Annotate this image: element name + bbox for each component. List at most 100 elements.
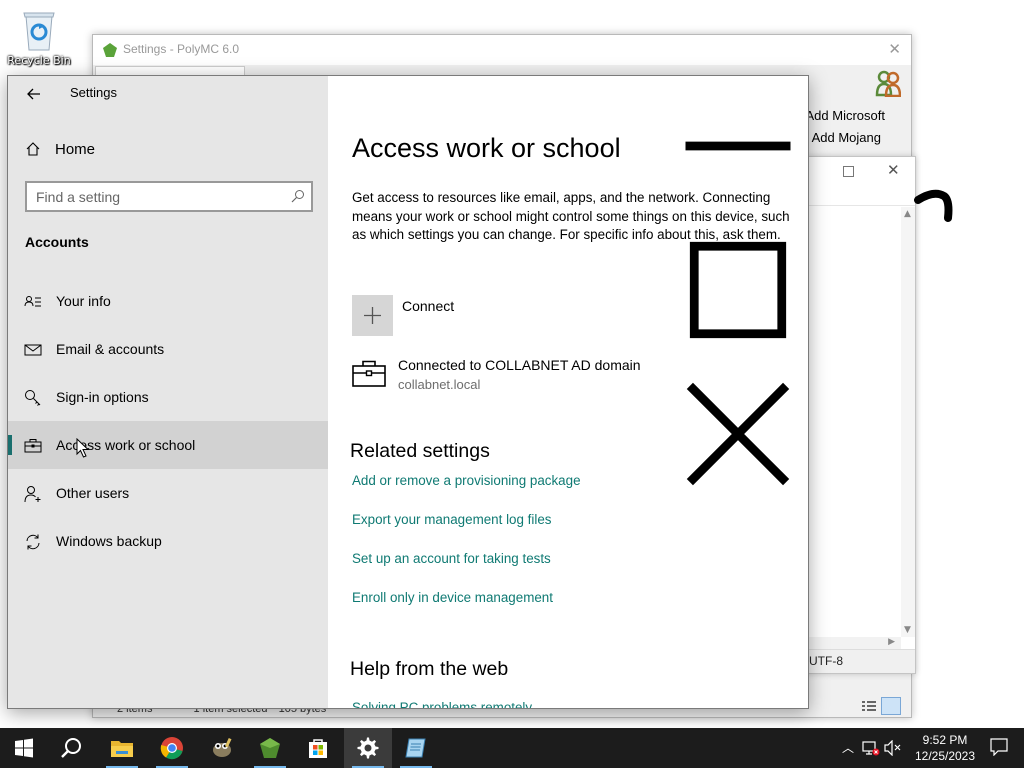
file-explorer-icon (111, 741, 133, 757)
plus-icon (352, 295, 393, 336)
volume-muted-icon[interactable] (884, 740, 902, 756)
taskbar-polymc[interactable] (246, 728, 294, 768)
page-title: Access work or school (352, 133, 621, 163)
home-icon (26, 142, 40, 156)
notification-center-icon[interactable] (990, 738, 1008, 756)
nav-label: Email & accounts (56, 341, 165, 357)
taskbar-notepad[interactable] (392, 728, 440, 768)
chrome-icon (160, 737, 183, 760)
encoding-label: UTF-8 (809, 654, 843, 668)
help-from-web-title: Help from the web (350, 658, 509, 680)
divider (807, 205, 915, 206)
notepad-statusbar: UTF-8 (807, 649, 915, 673)
related-settings-title: Related settings (350, 440, 490, 462)
polymc-title: Settings - PolyMC 6.0 (123, 42, 240, 56)
polymc-icon (103, 43, 117, 57)
home-nav-item[interactable]: Home (8, 134, 328, 164)
network-icon[interactable] (862, 740, 880, 756)
start-button[interactable] (0, 728, 48, 768)
person-card-icon (24, 296, 41, 307)
taskbar-search-button[interactable] (48, 728, 96, 768)
maximize-icon[interactable] (843, 166, 854, 177)
nav-windows-backup[interactable]: Windows backup (8, 517, 328, 565)
notepad-icon (405, 738, 426, 758)
link-solving-pc-problems[interactable]: Solving PC problems remotely (352, 700, 532, 708)
link-taking-tests-account[interactable]: Set up an account for taking tests (352, 551, 551, 566)
nav-label: Other users (56, 485, 130, 501)
nav-other-users[interactable]: Other users (8, 469, 328, 517)
close-icon[interactable]: ✕ (888, 40, 901, 58)
notepad-window[interactable]: ✕ ▲ ▼ ▶ UTF-8 (806, 156, 916, 674)
sync-icon (26, 534, 40, 550)
search-input[interactable] (27, 183, 287, 210)
link-export-management-logs[interactable]: Export your management log files (352, 512, 551, 527)
mouse-cursor-icon (76, 438, 90, 458)
scribble-drawing (914, 189, 953, 222)
add-mojang-button[interactable]: Add Mojang (812, 130, 881, 145)
scroll-down-icon[interactable]: ▼ (904, 625, 911, 635)
system-tray: ︿ 9:52 PM 12/25/2023 (834, 728, 1024, 768)
section-title: Accounts (25, 234, 89, 250)
nav-label: Your info (56, 293, 111, 309)
settings-sidebar: Settings Home Accounts Your info (8, 76, 328, 708)
settings-window[interactable]: Settings Home Accounts Your info (7, 75, 809, 709)
taskbar-file-explorer[interactable] (98, 728, 146, 768)
search-icon (291, 190, 304, 203)
home-label: Home (55, 141, 96, 158)
briefcase-icon (352, 360, 386, 387)
taskbar-chrome[interactable] (148, 728, 196, 768)
search-icon (61, 738, 81, 758)
window-controls (668, 76, 808, 486)
account-domain: collabnet.local (398, 377, 481, 392)
selection-indicator (8, 435, 12, 455)
store-icon (309, 739, 327, 758)
large-icons-view-icon[interactable] (881, 697, 901, 715)
nav-your-info[interactable]: Your info (8, 277, 328, 325)
link-provisioning-package[interactable]: Add or remove a provisioning package (352, 473, 581, 488)
connect-button[interactable]: Connect (352, 295, 532, 337)
close-icon[interactable]: ✕ (887, 161, 900, 179)
scroll-up-icon[interactable]: ▲ (904, 209, 911, 219)
taskbar-store[interactable] (294, 728, 342, 768)
link-enroll-device-management[interactable]: Enroll only in device management (352, 590, 553, 605)
clock-date: 12/25/2023 (914, 749, 976, 763)
mail-icon (24, 344, 42, 356)
recycle-bin-label: Recycle Bin (7, 54, 71, 67)
search-box[interactable] (25, 181, 313, 212)
taskbar-gimp[interactable] (198, 728, 246, 768)
notepad-titlebar[interactable]: ✕ (807, 157, 915, 187)
settings-app-title: Settings (70, 85, 117, 100)
recycle-bin-icon (20, 8, 58, 52)
scroll-right-icon[interactable]: ▶ (888, 637, 895, 647)
nav-label: Sign-in options (56, 389, 149, 405)
maximize-icon[interactable] (668, 220, 808, 360)
taskbar-settings[interactable] (344, 728, 392, 768)
nav-email-accounts[interactable]: Email & accounts (8, 325, 328, 373)
taskbar: ︿ 9:52 PM 12/25/2023 (0, 728, 1024, 768)
view-toggle (861, 695, 901, 717)
details-view-icon[interactable] (861, 699, 877, 713)
nav-access-work-or-school[interactable]: Access work or school (8, 421, 328, 469)
key-icon (25, 390, 41, 406)
polymc-icon (260, 738, 280, 758)
add-microsoft-button[interactable]: Add Microsoft (806, 108, 885, 123)
settings-icon (357, 737, 379, 759)
close-icon[interactable] (668, 364, 808, 504)
accounts-icon (875, 70, 901, 97)
vertical-scrollbar[interactable]: ▲ ▼ (901, 207, 915, 637)
back-arrow-icon[interactable] (24, 84, 44, 104)
clock-time: 9:52 PM (922, 733, 968, 747)
chevron-up-icon[interactable]: ︿ (842, 739, 854, 756)
briefcase-icon (24, 439, 42, 453)
add-person-icon (24, 486, 41, 503)
account-name: Connected to COLLABNET AD domain (398, 357, 641, 373)
recycle-bin-desktop-icon[interactable]: Recycle Bin (6, 6, 72, 67)
nav-sign-in-options[interactable]: Sign-in options (8, 373, 328, 421)
system-clock[interactable]: 9:52 PM 12/25/2023 (910, 732, 980, 764)
start-icon (15, 738, 33, 758)
minimize-icon[interactable] (668, 76, 808, 216)
connect-label: Connect (402, 298, 455, 314)
polymc-titlebar[interactable]: Settings - PolyMC 6.0 ✕ (93, 35, 911, 65)
gimp-icon (213, 737, 232, 757)
nav-label: Windows backup (56, 533, 162, 549)
